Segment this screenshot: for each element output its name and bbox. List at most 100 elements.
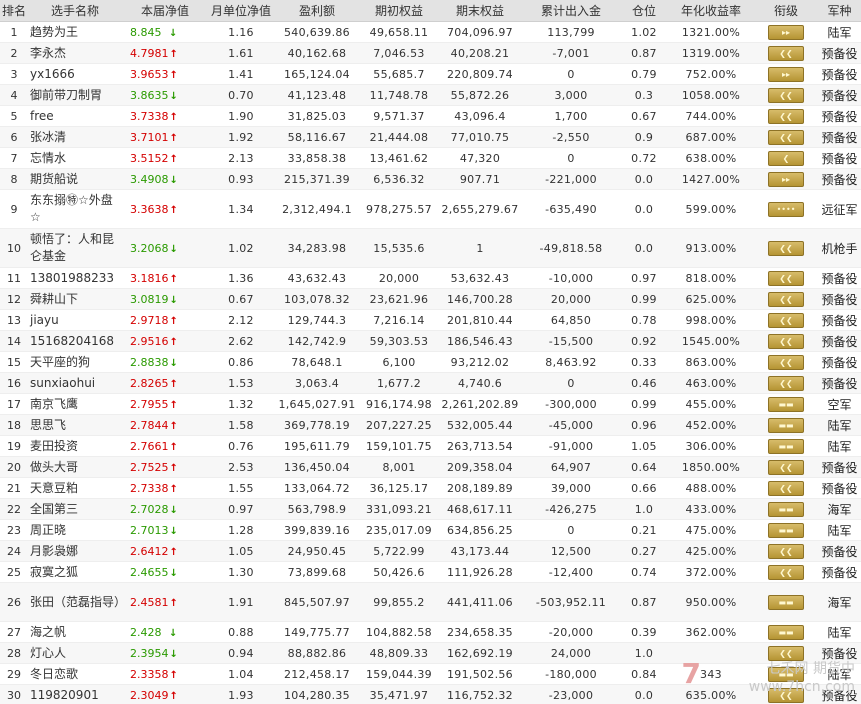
player-name-link[interactable]: 忘情水 bbox=[28, 147, 122, 169]
column-header[interactable]: 盈利额 bbox=[274, 0, 360, 22]
table-row[interactable]: 15 天平座的狗 2.8838↓ 0.86 78,648.1 6,100 93,212.02… bbox=[0, 351, 861, 373]
annual-cell: 998.00% bbox=[668, 309, 754, 331]
player-name-link[interactable]: 张冰清 bbox=[28, 126, 122, 148]
column-header[interactable]: 军种 bbox=[818, 0, 861, 22]
init-cell: 99,855.2 bbox=[360, 582, 438, 622]
player-name-link[interactable]: 期货船说 bbox=[28, 168, 122, 190]
player-name-link[interactable]: 13801988233 bbox=[28, 267, 122, 289]
player-name-link[interactable]: 张田（范磊指导） bbox=[28, 582, 126, 622]
player-name-link[interactable]: 趋势为王 bbox=[28, 21, 122, 43]
table-row[interactable]: 26 张田（范磊指导） 2.4581↑ 1.91 845,507.97 99,855.2 4… bbox=[0, 582, 861, 622]
column-header[interactable]: 累计出入金 bbox=[522, 0, 620, 22]
column-header[interactable]: 年化收益率 bbox=[668, 0, 754, 22]
table-row[interactable]: 30 119820901 2.3049↑ 1.93 104,280.35 35,471.9… bbox=[0, 684, 861, 704]
player-name-link[interactable]: sunxiaohui bbox=[28, 372, 122, 394]
player-name-link[interactable]: 做头大哥 bbox=[28, 456, 122, 478]
player-name-link[interactable]: 思思飞 bbox=[28, 414, 122, 436]
player-name-link[interactable]: 东东搦㊕☆外盘☆ bbox=[28, 189, 122, 229]
player-name-link[interactable]: 李永杰 bbox=[28, 42, 122, 64]
rank-cell: 8 bbox=[0, 168, 28, 190]
column-header[interactable]: 排名 bbox=[0, 0, 28, 22]
table-row[interactable]: 17 南京飞鹰 2.7955↑ 1.32 1,645,027.91 916,174.98 2… bbox=[0, 393, 861, 415]
rank-cell: 12 bbox=[0, 288, 28, 310]
military-rank-badge-icon: ▬▬ bbox=[768, 594, 804, 610]
column-header[interactable]: 选手名称 bbox=[28, 0, 122, 22]
table-row[interactable]: 14 15168204168 2.9516↑ 2.62 142,742.9 59,303.… bbox=[0, 330, 861, 352]
rank-cell: 26 bbox=[0, 582, 28, 622]
arrow-up-icon: ↑ bbox=[169, 462, 178, 474]
player-name-link[interactable]: 天平座的狗 bbox=[28, 351, 122, 373]
branch-cell: 预备役 bbox=[818, 84, 861, 106]
init-cell: 9,571.37 bbox=[360, 105, 438, 127]
player-name-link[interactable]: 顿悟了：人和昆仑基金 bbox=[28, 228, 122, 268]
player-name-link[interactable]: 119820901 bbox=[28, 684, 122, 704]
player-name-link[interactable]: free bbox=[28, 105, 122, 127]
rank-cell: 20 bbox=[0, 456, 28, 478]
table-row[interactable]: 1 趋势为王 8.845 ↓ 1.16 540,639.86 49,658.11 704,09… bbox=[0, 21, 861, 43]
player-name-link[interactable]: 麦田投资 bbox=[28, 435, 122, 457]
player-name-link[interactable]: 月影袅娜 bbox=[28, 540, 122, 562]
flow-cell: 24,000 bbox=[522, 642, 620, 664]
player-name-link[interactable]: 寂寞之狐 bbox=[28, 561, 122, 583]
column-header[interactable]: 本届净值 bbox=[122, 0, 208, 22]
table-row[interactable]: 22 全国第三 2.7028↓ 0.97 563,798.9 331,093.21 468,… bbox=[0, 498, 861, 520]
table-row[interactable]: 24 月影袅娜 2.6412↑ 1.05 24,950.45 5,722.99 43,173… bbox=[0, 540, 861, 562]
flow-cell: 0 bbox=[522, 147, 620, 169]
column-header[interactable]: 衔级 bbox=[754, 0, 818, 22]
nav-cell: 3.4908↓ bbox=[122, 168, 208, 190]
player-name-link[interactable]: 冬日恋歌 bbox=[28, 663, 122, 685]
player-name-link[interactable]: 海之帆 bbox=[28, 621, 122, 643]
player-name-link[interactable]: jiayu bbox=[28, 309, 122, 331]
table-row[interactable]: 29 冬日恋歌 2.3358↑ 1.04 212,458.17 159,044.39 191… bbox=[0, 663, 861, 685]
player-name-link[interactable]: 15168204168 bbox=[28, 330, 122, 352]
table-row[interactable]: 5 free 3.7338↑ 1.90 31,825.03 9,571.37 43,096.… bbox=[0, 105, 861, 127]
column-header[interactable]: 期初权益 bbox=[360, 0, 438, 22]
table-row[interactable]: 18 思思飞 2.7844↑ 1.58 369,778.19 207,227.25 532,… bbox=[0, 414, 861, 436]
table-row[interactable]: 12 舜耕山下 3.0819↓ 0.67 103,078.32 23,621.96 146,… bbox=[0, 288, 861, 310]
table-row[interactable]: 20 做头大哥 2.7525↑ 2.53 136,450.04 8,001 209,358.… bbox=[0, 456, 861, 478]
column-header[interactable]: 月单位净值 bbox=[208, 0, 274, 22]
annual-cell: 1545.00% bbox=[668, 330, 754, 352]
column-header[interactable]: 仓位 bbox=[620, 0, 668, 22]
table-row[interactable]: 4 御前带刀制胃 3.8635↓ 0.70 41,123.48 11,748.78 55,8… bbox=[0, 84, 861, 106]
final-cell: 186,546.43 bbox=[438, 330, 522, 352]
player-name-link[interactable]: 周正晓 bbox=[28, 519, 122, 541]
table-row[interactable]: 28 灯心人 2.3954↓ 0.94 88,882.86 48,809.33 162,69… bbox=[0, 642, 861, 664]
table-row[interactable]: 19 麦田投资 2.7661↑ 0.76 195,611.79 159,101.75 263… bbox=[0, 435, 861, 457]
table-row[interactable]: 27 海之帆 2.428 ↓ 0.88 149,775.77 104,882.58 234,6… bbox=[0, 621, 861, 643]
player-name-link[interactable]: yx1666 bbox=[28, 63, 122, 85]
rank-cell: 15 bbox=[0, 351, 28, 373]
player-name-link[interactable]: 南京飞鹰 bbox=[28, 393, 122, 415]
table-row[interactable]: 8 期货船说 3.4908↓ 0.93 215,371.39 6,536.32 907.71… bbox=[0, 168, 861, 190]
profit-cell: 33,858.38 bbox=[274, 147, 360, 169]
table-row[interactable]: 23 周正晓 2.7013↓ 1.28 399,839.16 235,017.09 634,… bbox=[0, 519, 861, 541]
player-name-link[interactable]: 灯心人 bbox=[28, 642, 122, 664]
table-row[interactable]: 3 yx1666 3.9653↑ 1.41 165,124.04 55,685.7 220,… bbox=[0, 63, 861, 85]
table-row[interactable]: 16 sunxiaohui 2.8265↑ 1.53 3,063.4 1,677.2 4,7… bbox=[0, 372, 861, 394]
player-name-link[interactable]: 舜耕山下 bbox=[28, 288, 122, 310]
table-row[interactable]: 11 13801988233 3.1816↑ 1.36 43,632.43 20,000 5… bbox=[0, 267, 861, 289]
final-cell: 4,740.6 bbox=[438, 372, 522, 394]
table-row[interactable]: 10 顿悟了：人和昆仑基金 3.2068↓ 1.02 34,283.98 15,535.6… bbox=[0, 228, 861, 268]
rank-badge-cell: ▸▸ bbox=[754, 21, 818, 43]
table-row[interactable]: 6 张冰清 3.7101↑ 1.92 58,116.67 21,444.08 77,010.… bbox=[0, 126, 861, 148]
arrow-down-icon: ↓ bbox=[169, 525, 178, 537]
table-row[interactable]: 2 李永杰 4.7981↑ 1.61 40,162.68 7,046.53 40,208.2… bbox=[0, 42, 861, 64]
player-name-link[interactable]: 全国第三 bbox=[28, 498, 122, 520]
arrow-up-icon: ↑ bbox=[169, 69, 178, 81]
column-header[interactable]: 期末权益 bbox=[438, 0, 522, 22]
arrow-up-icon: ↑ bbox=[169, 111, 178, 123]
table-row[interactable]: 13 jiayu 2.9718↑ 2.12 129,744.3 7,216.14 201,8… bbox=[0, 309, 861, 331]
player-name-link[interactable]: 御前带刀制胃 bbox=[28, 84, 122, 106]
rank-cell: 23 bbox=[0, 519, 28, 541]
rank-cell: 18 bbox=[0, 414, 28, 436]
nav-cell: 3.0819↓ bbox=[122, 288, 208, 310]
table-row[interactable]: 25 寂寞之狐 2.4655↓ 1.30 73,899.68 50,426.6 111,92… bbox=[0, 561, 861, 583]
table-row[interactable]: 7 忘情水 3.5152↑ 2.13 33,858.38 13,461.62 47,320 0… bbox=[0, 147, 861, 169]
flow-cell: 0 bbox=[522, 372, 620, 394]
pos-cell: 0.21 bbox=[620, 519, 668, 541]
init-cell: 6,536.32 bbox=[360, 168, 438, 190]
table-row[interactable]: 21 天意豆粕 2.7338↑ 1.55 133,064.72 36,125.17 208,… bbox=[0, 477, 861, 499]
table-row[interactable]: 9 东东搦㊕☆外盘☆ 3.3638↑ 1.34 2,312,494.1 978,275.5… bbox=[0, 189, 861, 229]
player-name-link[interactable]: 天意豆粕 bbox=[28, 477, 122, 499]
